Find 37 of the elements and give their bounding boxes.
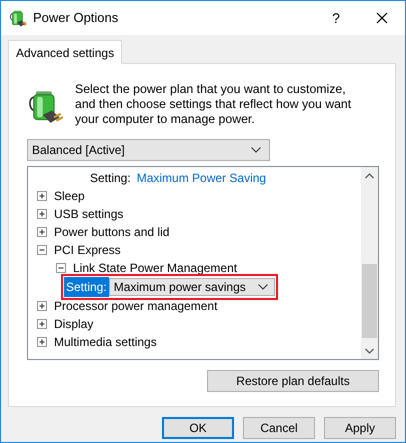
window-title: Power Options bbox=[33, 9, 120, 28]
expand-icon[interactable] bbox=[37, 191, 47, 201]
setting-value: Maximum Power Saving bbox=[136, 170, 266, 187]
setting-dropdown[interactable]: Maximum power savings bbox=[108, 278, 275, 296]
tree-item[interactable]: Link State Power Management bbox=[73, 259, 238, 277]
help-button[interactable]: ? bbox=[313, 1, 359, 35]
dialog-button[interactable]: Cancel bbox=[243, 417, 315, 439]
expand-icon[interactable] bbox=[37, 209, 47, 219]
setting-label: Setting: bbox=[64, 277, 109, 297]
plan-dropdown[interactable]: Balanced [Active] bbox=[27, 139, 270, 161]
tree-item[interactable]: USB settings bbox=[54, 205, 124, 223]
tree-item[interactable]: Power buttons and lid bbox=[54, 223, 170, 241]
power-plug-icon bbox=[9, 9, 27, 27]
dialog-button[interactable]: Apply bbox=[324, 417, 396, 439]
collapse-icon[interactable] bbox=[37, 245, 47, 255]
tree-item[interactable]: Processor power management bbox=[54, 297, 218, 315]
scroll-down-icon[interactable] bbox=[365, 348, 374, 354]
instruction-text: Select the power plan that you want to customize, and then choose settings that reflect how you want your computer to manage power. bbox=[75, 82, 352, 127]
tree-item[interactable]: Sleep bbox=[54, 187, 85, 205]
scroll-up-icon[interactable] bbox=[365, 172, 374, 178]
expand-icon[interactable] bbox=[37, 319, 47, 329]
expand-icon[interactable] bbox=[37, 337, 47, 347]
expand-icon[interactable] bbox=[37, 227, 47, 237]
scrollbar[interactable] bbox=[361, 167, 378, 359]
chevron-down-icon bbox=[258, 284, 268, 290]
tree-item[interactable]: Display bbox=[54, 315, 94, 333]
collapse-icon[interactable] bbox=[56, 263, 66, 273]
tree-item[interactable]: PCI Express bbox=[54, 241, 121, 259]
tree-item[interactable]: Multimedia settings bbox=[54, 333, 157, 351]
tab[interactable]: Advanced settings bbox=[8, 40, 122, 64]
close-icon[interactable] bbox=[376, 12, 388, 24]
expand-icon[interactable] bbox=[37, 301, 47, 311]
dialog-button[interactable]: OK bbox=[162, 417, 234, 439]
scroll-thumb[interactable] bbox=[362, 264, 377, 338]
chevron-down-icon bbox=[251, 147, 261, 153]
setting-label: Setting: bbox=[90, 170, 131, 187]
restore-defaults-button[interactable]: Restore plan defaults bbox=[207, 370, 379, 392]
